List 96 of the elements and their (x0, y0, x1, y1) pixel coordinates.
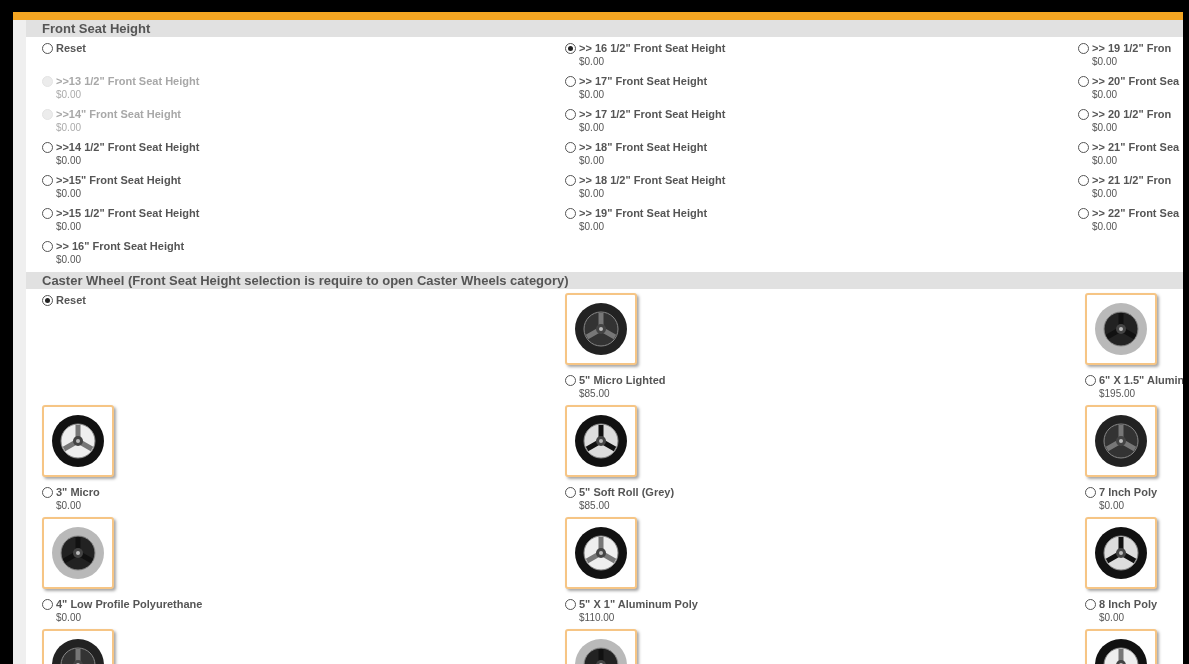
option-label[interactable]: 5" Soft Roll (Grey) (579, 485, 675, 500)
radio-button[interactable] (1085, 487, 1096, 498)
option-price: $0.00 (579, 89, 606, 101)
radio-button[interactable] (565, 208, 576, 219)
option-price: $0.00 (1092, 56, 1119, 68)
option-label[interactable]: >> 18" Front Seat Height (579, 140, 708, 155)
option-label[interactable]: >> 19 1/2" Fron (1092, 41, 1172, 56)
radio-button[interactable] (565, 175, 576, 186)
radio-button[interactable] (1078, 109, 1089, 120)
option-label[interactable]: >> 18 1/2" Front Seat Height (579, 173, 726, 188)
radio-button[interactable] (42, 487, 53, 498)
radio-button[interactable] (565, 109, 576, 120)
option-price: $0.00 (1092, 221, 1119, 233)
option-label[interactable]: >> 17" Front Seat Height (579, 74, 708, 89)
option-label[interactable]: 3" Micro (56, 485, 100, 500)
option-price: $0.00 (56, 155, 83, 167)
option-price: $0.00 (1092, 122, 1119, 134)
radio-button[interactable] (1078, 208, 1089, 219)
option-label[interactable]: >> 17 1/2" Front Seat Height (579, 107, 726, 122)
option-price: $0.00 (56, 500, 83, 512)
product-thumbnail[interactable] (42, 517, 114, 589)
radio-button[interactable] (565, 487, 576, 498)
option-price: $0.00 (56, 254, 83, 266)
product-thumbnail[interactable] (565, 405, 637, 477)
option-label[interactable]: 4" Low Profile Polyurethane (56, 597, 203, 612)
radio-button[interactable] (565, 76, 576, 87)
option-label[interactable]: >> 16 1/2" Front Seat Height (579, 41, 726, 56)
option-label[interactable]: Reset (56, 293, 86, 308)
option-label[interactable]: 7 Inch Poly (1099, 485, 1158, 500)
radio-button[interactable] (1085, 375, 1096, 386)
radio-button[interactable] (565, 142, 576, 153)
option-price: $0.00 (579, 155, 606, 167)
section-header: Front Seat Height (26, 20, 1183, 37)
option-label[interactable]: >> 21" Front Sea (1092, 140, 1180, 155)
option-price: $0.00 (56, 612, 83, 624)
wheel-icon (1093, 301, 1149, 357)
option-price: $0.00 (56, 221, 83, 233)
radio-button[interactable] (42, 599, 53, 610)
option-price: $0.00 (56, 188, 83, 200)
option-label[interactable]: >> 20" Front Sea (1092, 74, 1180, 89)
option-price: $0.00 (1099, 500, 1126, 512)
wheel-icon (1093, 413, 1149, 469)
product-thumbnail[interactable] (565, 517, 637, 589)
wheel-icon (573, 525, 629, 581)
option-price: $0.00 (579, 122, 606, 134)
option-price: $0.00 (1099, 612, 1126, 624)
option-price: $110.00 (579, 612, 616, 624)
option-price: $0.00 (579, 221, 606, 233)
option-price: $85.00 (579, 500, 611, 512)
option-price: $0.00 (1092, 188, 1119, 200)
radio-button[interactable] (1078, 175, 1089, 186)
option-label[interactable]: >>15" Front Seat Height (56, 173, 182, 188)
radio-button[interactable] (42, 175, 53, 186)
option-price: $0.00 (1092, 155, 1119, 167)
option-price: $0.00 (579, 56, 606, 68)
option-price: $0.00 (1092, 89, 1119, 101)
radio-button[interactable] (1078, 76, 1089, 87)
option-label[interactable]: >> 22" Front Sea (1092, 206, 1180, 221)
wheel-icon (1093, 525, 1149, 581)
radio-button[interactable] (565, 375, 576, 386)
option-price: $195.00 (1099, 388, 1137, 400)
option-label[interactable]: 5" X 1" Aluminum Poly (579, 597, 698, 612)
option-label[interactable]: >>15 1/2" Front Seat Height (56, 206, 200, 221)
product-thumbnail[interactable] (1085, 293, 1157, 365)
option-label[interactable]: 8 Inch Poly (1099, 597, 1158, 612)
option-label[interactable]: 5" Micro Lighted (579, 373, 666, 388)
product-thumbnail[interactable] (1085, 517, 1157, 589)
product-thumbnail[interactable] (565, 293, 637, 365)
radio-button[interactable] (565, 599, 576, 610)
radio-button[interactable] (42, 208, 53, 219)
wheel-icon (573, 301, 629, 357)
radio-button[interactable] (42, 43, 53, 54)
option-label[interactable]: >> 21 1/2" Fron (1092, 173, 1172, 188)
option-price: $85.00 (579, 388, 611, 400)
wheel-icon (573, 413, 629, 469)
radio-button[interactable] (42, 142, 53, 153)
option-label[interactable]: 6" X 1.5" Alumin (1099, 373, 1183, 388)
option-label[interactable]: >> 20 1/2" Fron (1092, 107, 1172, 122)
option-label[interactable]: >> 19" Front Seat Height (579, 206, 708, 221)
option-label[interactable]: >> 16" Front Seat Height (56, 239, 185, 254)
option-price: $0.00 (579, 188, 606, 200)
radio-button[interactable] (1078, 142, 1089, 153)
option-price: $0.00 (56, 122, 83, 134)
option-price: $0.00 (56, 89, 83, 101)
wheel-icon (50, 413, 106, 469)
section-header: Caster Wheel (Front Seat Height selection is require to open Caster Wheels category) (26, 272, 1183, 289)
radio-button[interactable] (565, 43, 576, 54)
product-thumbnail[interactable] (42, 405, 114, 477)
radio-button[interactable] (42, 241, 53, 252)
radio-button[interactable] (42, 295, 53, 306)
option-label[interactable]: Reset (56, 41, 86, 56)
option-label[interactable]: >>14 1/2" Front Seat Height (56, 140, 200, 155)
product-thumbnail[interactable] (1085, 405, 1157, 477)
radio-button[interactable] (1085, 599, 1096, 610)
wheel-icon (50, 525, 106, 581)
radio-button[interactable] (1078, 43, 1089, 54)
